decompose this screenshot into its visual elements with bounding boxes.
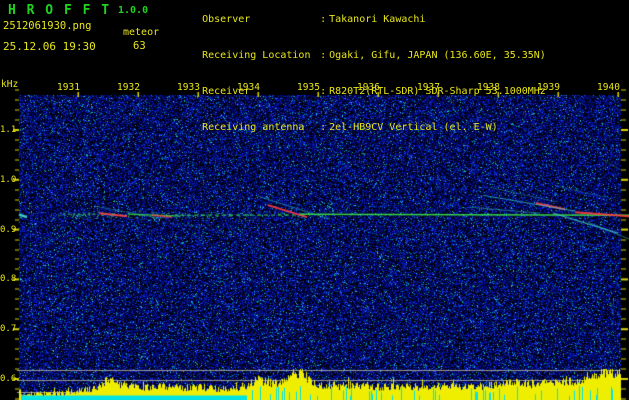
y-tick-label: 1.0 xyxy=(0,174,17,185)
x-tick-label: 1940 xyxy=(597,82,620,93)
header-info-label: Observer xyxy=(202,14,251,25)
header-info-row: Observer: Takanori Kawachi xyxy=(178,2,546,38)
x-tick-label: 1935 xyxy=(297,82,320,93)
app-version: 1.0.0 xyxy=(118,5,149,16)
x-tick-label: 1937 xyxy=(417,82,440,93)
app-title: H R O F F T xyxy=(8,3,111,18)
header-info-label: Receiving Location xyxy=(202,50,311,61)
y-axis-unit-label: kHz xyxy=(1,79,19,90)
x-tick-label: 1938 xyxy=(477,82,500,93)
y-tick-label: 0.6 xyxy=(0,374,17,384)
mode-label: meteor xyxy=(123,27,160,38)
x-tick-label: 1936 xyxy=(357,82,380,93)
hrofft-screen: H R O F F T 1.0.0 2512061930.png meteor … xyxy=(0,0,629,400)
header-info-separator: : xyxy=(320,50,327,61)
y-tick-label: 0.7 xyxy=(0,324,17,335)
header-info-separator: : xyxy=(320,14,327,25)
x-tick-label: 1939 xyxy=(537,82,560,93)
file-name: 2512061930.png xyxy=(3,20,92,32)
x-tick-label: 1933 xyxy=(177,82,200,93)
header-info-value: Ogaki, Gifu, JAPAN (136.60E, 35.35N) xyxy=(329,50,546,61)
header-info-value: 2el-HB9CV Vertical (el. E-W) xyxy=(329,122,498,133)
header-info-row: Receiving Location: Ogaki, Gifu, JAPAN (1… xyxy=(178,38,546,74)
x-tick-label: 1931 xyxy=(57,82,80,93)
header-info-row: Receiving antenna:2el-HB9CV Vertical (el… xyxy=(178,110,546,146)
y-tick-label: 0.8 xyxy=(0,274,17,285)
header-info-value: Takanori Kawachi xyxy=(329,14,426,25)
datetime-label: 25.12.06 19:30 xyxy=(3,40,96,53)
y-tick-label: 0.9 xyxy=(0,224,17,235)
header-info-block: Observer: Takanori Kawachi Receiving Loca… xyxy=(178,2,546,146)
echo-count: 63 xyxy=(133,40,146,52)
header-info-separator: : xyxy=(320,86,327,97)
header-info-separator: : xyxy=(320,122,327,133)
y-tick-label: 1.1 xyxy=(0,125,17,135)
header-info-label: Receiving antenna xyxy=(202,122,305,133)
x-tick-label: 1932 xyxy=(117,82,140,93)
x-tick-label: 1934 xyxy=(237,82,260,93)
